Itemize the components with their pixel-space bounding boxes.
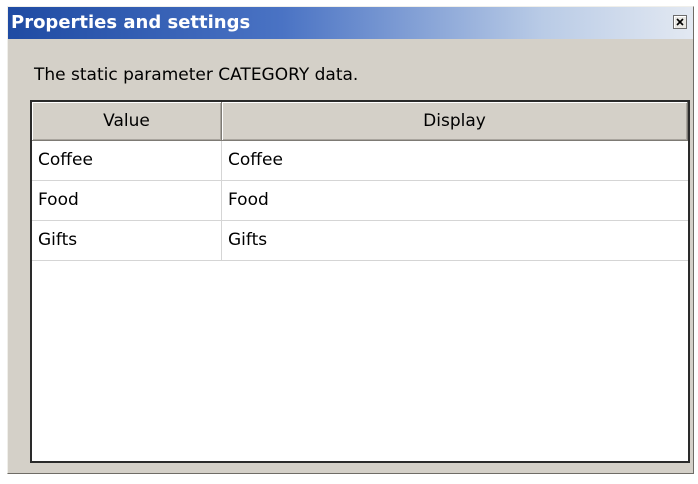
display-cell[interactable]: Food bbox=[222, 181, 688, 220]
parameter-data-grid[interactable]: Value Display Coffee Coffee Food Food Gi… bbox=[30, 100, 690, 463]
grid-rows: Coffee Coffee Food Food Gifts Gifts bbox=[32, 141, 688, 261]
close-button[interactable] bbox=[673, 15, 687, 29]
column-header-display[interactable]: Display bbox=[222, 102, 688, 141]
value-cell[interactable]: Coffee bbox=[32, 141, 222, 180]
table-row[interactable]: Food Food bbox=[32, 181, 688, 221]
column-header-value[interactable]: Value bbox=[32, 102, 222, 141]
display-cell[interactable]: Gifts bbox=[222, 221, 688, 260]
properties-dialog: Properties and settings The static param… bbox=[7, 6, 694, 474]
grid-header: Value Display bbox=[32, 102, 688, 141]
value-cell[interactable]: Gifts bbox=[32, 221, 222, 260]
title-bar[interactable]: Properties and settings bbox=[8, 7, 693, 39]
parameter-description: The static parameter CATEGORY data. bbox=[34, 65, 359, 85]
close-icon bbox=[676, 18, 684, 26]
display-cell[interactable]: Coffee bbox=[222, 141, 688, 180]
window-title: Properties and settings bbox=[11, 12, 251, 33]
table-row[interactable]: Gifts Gifts bbox=[32, 221, 688, 261]
table-row[interactable]: Coffee Coffee bbox=[32, 141, 688, 181]
value-cell[interactable]: Food bbox=[32, 181, 222, 220]
